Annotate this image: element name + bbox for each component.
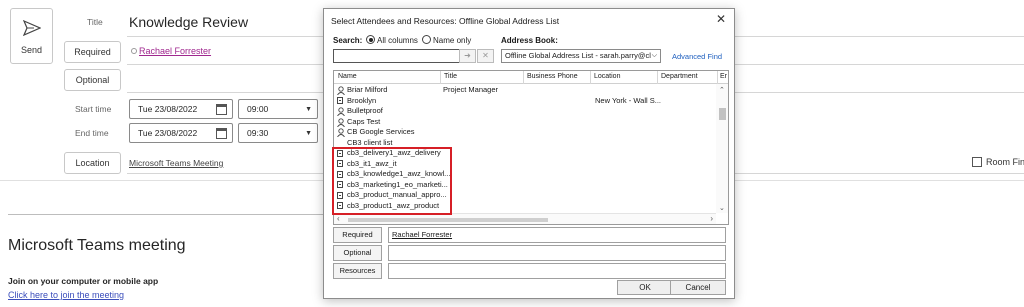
vertical-scrollbar[interactable]: ⌃ ⌄	[716, 84, 728, 213]
scroll-thumb[interactable]	[348, 218, 548, 222]
end-time-label: End time	[75, 128, 109, 138]
optional-add-button[interactable]: Optional	[333, 245, 382, 261]
location-button[interactable]: Location	[64, 152, 121, 174]
scroll-thumb[interactable]	[719, 108, 726, 120]
person-icon	[337, 128, 345, 137]
chevron-down-icon: ▼	[305, 106, 312, 113]
calendar-icon[interactable]	[216, 104, 227, 115]
radio-name-label: Name only	[433, 36, 472, 45]
end-time-value: 09:30	[247, 128, 269, 138]
select-attendees-dialog: Select Attendees and Resources: Offline …	[323, 8, 735, 299]
person-icon	[337, 117, 345, 127]
address-book-value: Offline Global Address List - sarah.parr…	[505, 51, 651, 60]
row-name: CB Google Services	[347, 127, 415, 136]
list-item[interactable]: Bulletproof	[334, 106, 716, 117]
required-add-button[interactable]: Required	[333, 227, 382, 243]
chevron-left-icon[interactable]: ‹	[337, 214, 340, 223]
optional-recipients-field[interactable]	[388, 245, 726, 261]
required-recipients-field[interactable]: Rachael Forrester	[388, 227, 726, 243]
title-input[interactable]: Knowledge Review	[129, 14, 248, 30]
chevron-down-icon: ⌵	[651, 52, 657, 59]
advanced-find-link[interactable]: Advanced Find	[672, 52, 722, 61]
presence-icon	[131, 48, 137, 54]
row-name: Bulletproof	[347, 106, 383, 115]
row-location: New York - Wall S...	[595, 95, 661, 105]
body-separator	[8, 214, 326, 215]
resources-field[interactable]	[388, 263, 726, 279]
row-name: Briar Milford	[347, 85, 388, 94]
list-item[interactable]: Brooklyn New York - Wall S...	[334, 96, 716, 107]
search-label: Search:	[333, 36, 363, 45]
list-item[interactable]: Briar Milford Project Manager	[334, 85, 716, 96]
end-time-select[interactable]: 09:30 ▼	[238, 123, 318, 143]
chevron-down-icon: ▼	[305, 130, 312, 137]
location-value[interactable]: Microsoft Teams Meeting	[129, 158, 223, 168]
list-header: Name Title Business Phone Location Depar…	[334, 71, 728, 84]
radio-name-only[interactable]: Name only	[422, 35, 471, 45]
required-attendee[interactable]: Rachael Forrester	[131, 46, 211, 56]
optional-button[interactable]: Optional	[64, 69, 121, 91]
ok-button[interactable]: OK	[617, 280, 673, 295]
end-date-picker[interactable]: Tue 23/08/2022	[129, 123, 233, 143]
person-icon	[337, 86, 345, 95]
room-finder-button[interactable]: Room Fin	[972, 157, 1024, 167]
start-date-picker[interactable]: Tue 23/08/2022	[129, 99, 233, 119]
join-text: Join on your computer or mobile app	[8, 276, 159, 286]
address-book-label: Address Book:	[501, 36, 558, 45]
person-icon	[337, 107, 345, 116]
col-name[interactable]: Name	[338, 73, 357, 80]
col-email[interactable]: Er	[720, 73, 727, 80]
radio-selected-icon	[366, 35, 375, 44]
cancel-button[interactable]: Cancel	[670, 280, 726, 295]
col-business-phone[interactable]: Business Phone	[527, 73, 578, 80]
close-icon[interactable]: ✕	[716, 12, 726, 26]
chevron-up-icon[interactable]: ⌃	[719, 86, 725, 94]
radio-all-columns[interactable]: All columns	[366, 35, 418, 45]
col-department[interactable]: Department	[661, 73, 698, 80]
title-label: Title	[87, 17, 103, 27]
start-time-label: Start time	[75, 104, 112, 114]
required-recipient[interactable]: Rachael Forrester	[392, 230, 452, 239]
address-book-select[interactable]: Offline Global Address List - sarah.parr…	[501, 49, 661, 63]
clear-button[interactable]: ✕	[477, 49, 494, 63]
send-icon	[23, 20, 41, 36]
room-finder-icon	[972, 157, 982, 167]
start-time-select[interactable]: 09:00 ▼	[238, 99, 318, 119]
calendar-icon[interactable]	[216, 128, 227, 139]
go-button[interactable]: ➜	[459, 49, 476, 63]
join-meeting-link[interactable]: Click here to join the meeting	[8, 290, 124, 300]
chevron-right-icon[interactable]: ›	[710, 214, 713, 223]
start-time-value: 09:00	[247, 104, 269, 114]
send-button[interactable]: Send	[10, 8, 53, 64]
search-input[interactable]	[333, 49, 475, 63]
row-title: Project Manager	[443, 85, 499, 94]
list-item[interactable]: CB Google Services	[334, 127, 716, 138]
start-date-value: Tue 23/08/2022	[138, 104, 198, 114]
end-date-value: Tue 23/08/2022	[138, 128, 198, 138]
radio-unselected-icon	[422, 35, 431, 44]
row-name: Brooklyn	[347, 95, 377, 105]
room-finder-label: Room Fin	[986, 157, 1024, 167]
chevron-down-icon[interactable]: ⌄	[719, 204, 725, 212]
required-button[interactable]: Required	[64, 41, 121, 63]
resources-add-button[interactable]: Resources	[333, 263, 382, 279]
dialog-title: Select Attendees and Resources: Offline …	[331, 16, 560, 26]
radio-all-label: All columns	[377, 36, 418, 45]
teams-meeting-heading: Microsoft Teams meeting	[8, 237, 186, 254]
list-item[interactable]: Caps Test	[334, 117, 716, 128]
send-label: Send	[20, 45, 43, 55]
highlight-box	[332, 147, 452, 215]
col-location[interactable]: Location	[594, 73, 620, 80]
row-name: Caps Test	[347, 116, 381, 126]
col-title[interactable]: Title	[444, 73, 457, 80]
distribution-list-icon	[337, 97, 343, 104]
required-attendee-name[interactable]: Rachael Forrester	[139, 46, 211, 56]
